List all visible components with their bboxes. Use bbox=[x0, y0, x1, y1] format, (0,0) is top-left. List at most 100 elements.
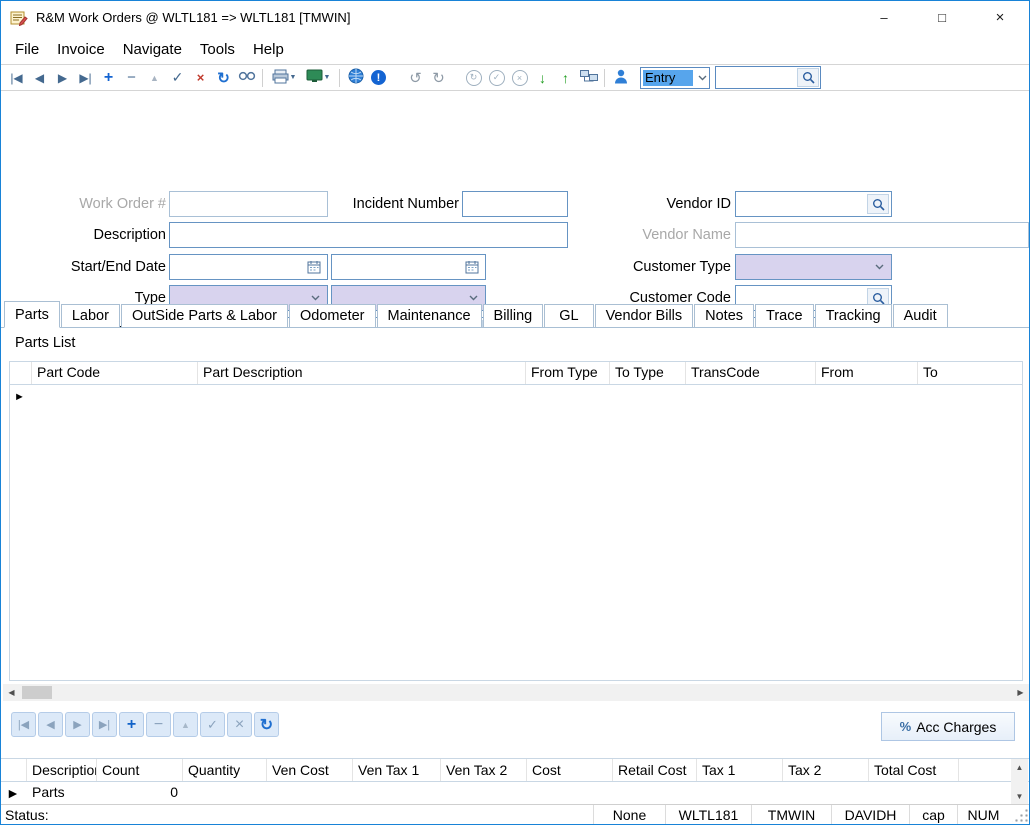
acc-charges-button[interactable]: % Acc Charges bbox=[881, 712, 1015, 741]
tab-parts[interactable]: Parts bbox=[4, 301, 60, 328]
move-up-button[interactable]: ▲ bbox=[143, 66, 166, 89]
previous-record-button[interactable]: ◀ bbox=[28, 66, 51, 89]
save-record-button[interactable]: ✓ bbox=[166, 66, 189, 89]
binoculars-icon bbox=[238, 70, 256, 85]
tab-trace[interactable]: Trace bbox=[755, 304, 814, 328]
tab-tracking[interactable]: Tracking bbox=[815, 304, 892, 328]
grid-previous-button[interactable]: ◀ bbox=[38, 712, 63, 737]
network-button[interactable] bbox=[577, 66, 600, 89]
toolbar-separator bbox=[262, 69, 263, 87]
grid-add-button[interactable]: + bbox=[119, 712, 144, 737]
hscroll-thumb[interactable] bbox=[22, 686, 52, 699]
grid-delete-button[interactable]: − bbox=[146, 712, 171, 737]
delete-record-button[interactable]: − bbox=[120, 66, 143, 89]
export-button[interactable]: ↑ bbox=[554, 66, 577, 89]
summary-grid-header: Description Count Quantity Ven Cost Ven … bbox=[1, 758, 1030, 782]
end-date-field[interactable] bbox=[331, 254, 486, 280]
current-row-indicator: ► bbox=[14, 391, 25, 403]
summary-count-cell: 0 bbox=[97, 782, 183, 804]
screen-button[interactable]: ▼ bbox=[301, 66, 335, 89]
tab-labor[interactable]: Labor bbox=[61, 304, 120, 328]
work-order-form: Work Order # Incident Number Vendor ID D… bbox=[1, 91, 1029, 299]
column-header-part-code: Part Code bbox=[32, 362, 198, 384]
tab-vendor-bills[interactable]: Vendor Bills bbox=[595, 304, 694, 328]
vendor-name-input[interactable] bbox=[736, 223, 1028, 247]
close-button[interactable]: × bbox=[971, 1, 1029, 34]
menu-navigate[interactable]: Navigate bbox=[114, 36, 191, 63]
parts-grid-hscrollbar[interactable]: ◀ ▶ bbox=[3, 684, 1029, 701]
refresh-button[interactable]: ↻ bbox=[212, 66, 235, 89]
vendor-id-field[interactable] bbox=[735, 191, 892, 217]
tab-odometer[interactable]: Odometer bbox=[289, 304, 375, 328]
incident-number-input[interactable] bbox=[463, 192, 567, 216]
printer-icon bbox=[272, 69, 289, 87]
summary-row-parts[interactable]: ► Parts 0 bbox=[1, 782, 1030, 804]
minimize-button[interactable]: – bbox=[855, 1, 913, 34]
menu-invoice[interactable]: Invoice bbox=[48, 36, 114, 63]
user-button[interactable] bbox=[609, 66, 632, 89]
scroll-up-button[interactable]: ▲ bbox=[1011, 759, 1028, 776]
scroll-right-button[interactable]: ▶ bbox=[1012, 684, 1029, 701]
approve-button[interactable]: ✓ bbox=[485, 66, 508, 89]
redo-button[interactable]: ↻ bbox=[427, 66, 450, 89]
grid-next-button[interactable]: ▶ bbox=[65, 712, 90, 737]
tab-notes[interactable]: Notes bbox=[694, 304, 754, 328]
customer-type-select[interactable] bbox=[735, 254, 892, 280]
quick-search-input[interactable] bbox=[716, 70, 797, 85]
work-order-input[interactable] bbox=[170, 192, 327, 216]
sync-button[interactable]: ↻ bbox=[462, 66, 485, 89]
previous-record-icon: ◀ bbox=[46, 718, 54, 731]
vendor-id-input[interactable] bbox=[736, 192, 867, 216]
grid-save-button[interactable]: ✓ bbox=[200, 712, 225, 737]
check-icon: ✓ bbox=[172, 69, 184, 86]
scroll-left-button[interactable]: ◀ bbox=[3, 684, 20, 701]
next-record-button[interactable]: ▶ bbox=[51, 66, 74, 89]
description-input[interactable] bbox=[170, 223, 567, 247]
incident-number-field[interactable] bbox=[462, 191, 568, 217]
delete-icon: − bbox=[127, 69, 136, 86]
window-title: R&M Work Orders @ WLTL181 => WLTL181 [TM… bbox=[36, 10, 350, 25]
tab-gl[interactable]: GL bbox=[544, 304, 593, 328]
end-date-picker-button[interactable] bbox=[461, 257, 483, 277]
info-button[interactable]: ! bbox=[367, 66, 390, 89]
column-header-cost: Cost bbox=[527, 759, 613, 781]
resize-grip[interactable] bbox=[1011, 807, 1029, 823]
grid-cancel-button[interactable]: × bbox=[227, 712, 252, 737]
reject-button[interactable]: × bbox=[508, 66, 531, 89]
start-date-input[interactable] bbox=[170, 255, 303, 279]
grid-first-button[interactable]: |◀ bbox=[11, 712, 36, 737]
web-button[interactable] bbox=[344, 66, 367, 89]
mode-select[interactable]: Entry bbox=[640, 67, 710, 89]
view-button[interactable] bbox=[235, 66, 258, 89]
add-record-button[interactable]: + bbox=[97, 66, 120, 89]
import-button[interactable]: ↓ bbox=[531, 66, 554, 89]
caret-up-icon: ▲ bbox=[150, 73, 159, 83]
work-order-field[interactable] bbox=[169, 191, 328, 217]
maximize-button[interactable]: □ bbox=[913, 1, 971, 34]
menu-tools[interactable]: Tools bbox=[191, 36, 244, 63]
search-button[interactable] bbox=[797, 68, 819, 87]
tab-maintenance[interactable]: Maintenance bbox=[377, 304, 482, 328]
description-field[interactable] bbox=[169, 222, 568, 248]
start-date-field[interactable] bbox=[169, 254, 328, 280]
first-record-button[interactable]: |◀ bbox=[5, 66, 28, 89]
vendor-id-lookup-button[interactable] bbox=[867, 194, 889, 214]
last-record-button[interactable]: ▶| bbox=[74, 66, 97, 89]
vendor-name-field[interactable] bbox=[735, 222, 1029, 248]
grid-last-button[interactable]: ▶| bbox=[92, 712, 117, 737]
grid-refresh-button[interactable]: ↻ bbox=[254, 712, 279, 737]
start-date-picker-button[interactable] bbox=[303, 257, 325, 277]
print-button[interactable]: ▼ bbox=[267, 66, 301, 89]
tab-audit[interactable]: Audit bbox=[893, 304, 948, 328]
tab-outside-parts-labor[interactable]: OutSide Parts & Labor bbox=[121, 304, 288, 328]
summary-grid-vscrollbar[interactable]: ▲ ▼ bbox=[1011, 759, 1028, 805]
grid-move-up-button[interactable]: ▲ bbox=[173, 712, 198, 737]
undo-button[interactable]: ↺ bbox=[404, 66, 427, 89]
end-date-input[interactable] bbox=[332, 255, 461, 279]
menu-file[interactable]: File bbox=[6, 36, 48, 63]
tab-billing[interactable]: Billing bbox=[483, 304, 544, 328]
cancel-record-button[interactable]: × bbox=[189, 66, 212, 89]
summary-tax2-cell bbox=[783, 782, 869, 804]
scroll-down-button[interactable]: ▼ bbox=[1011, 788, 1028, 805]
menu-help[interactable]: Help bbox=[244, 36, 293, 63]
